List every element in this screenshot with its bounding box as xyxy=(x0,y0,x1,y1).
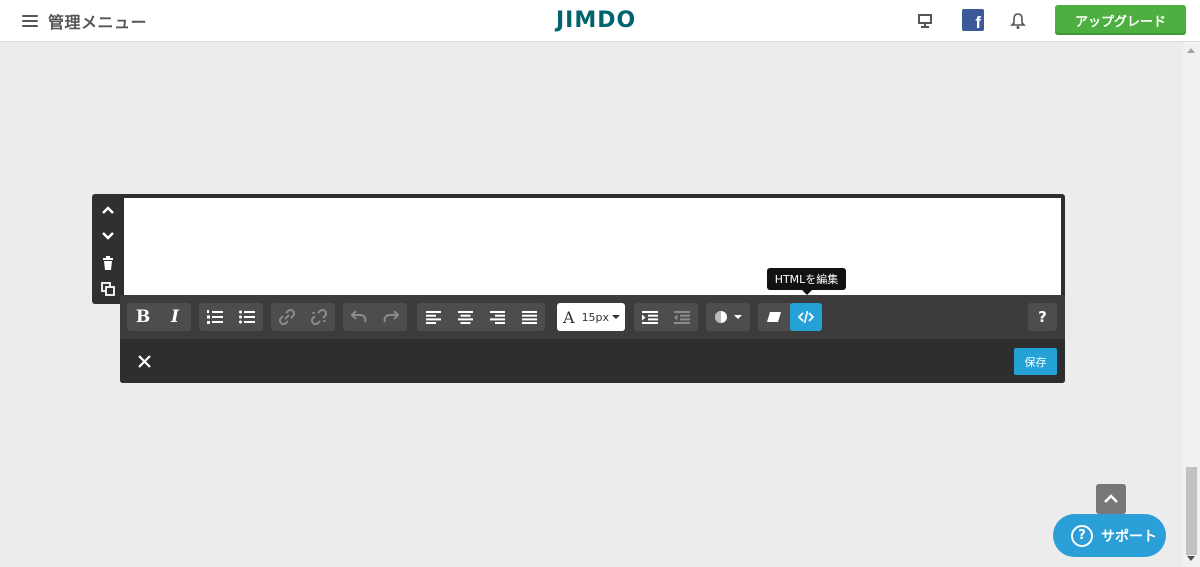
format-group: B I xyxy=(127,303,191,331)
chevron-down-icon xyxy=(612,315,621,319)
link-group xyxy=(271,303,335,331)
color-picker-button[interactable] xyxy=(706,303,750,331)
scroll-up-arrow[interactable] xyxy=(1187,48,1195,53)
facebook-letter: f xyxy=(962,9,984,31)
move-down-button[interactable] xyxy=(96,225,120,247)
close-editor-button[interactable] xyxy=(134,351,154,371)
link-button[interactable] xyxy=(271,303,303,331)
color-icon xyxy=(715,311,727,323)
unordered-list-button[interactable] xyxy=(231,303,263,331)
font-size-icon: A xyxy=(563,307,575,327)
ordered-list-icon xyxy=(207,310,223,324)
support-label: サポート xyxy=(1101,528,1157,545)
support-button[interactable]: ? サポート xyxy=(1053,514,1166,557)
copy-icon xyxy=(101,282,115,296)
edit-html-tooltip: HTMLを編集 xyxy=(767,268,846,295)
alignment-group xyxy=(417,303,545,331)
indent-icon xyxy=(642,310,658,324)
top-header: 管理メニュー JIMDO f アップグレード xyxy=(0,0,1200,42)
eraser-icon xyxy=(767,312,781,322)
list-group xyxy=(199,303,263,331)
editor-toolbar: B I A 15px ? xyxy=(120,295,1065,339)
admin-menu-label: 管理メニュー xyxy=(48,13,148,32)
align-right-button[interactable] xyxy=(481,303,513,331)
scroll-top-icon xyxy=(1104,494,1118,503)
redo-icon xyxy=(383,310,399,323)
close-icon xyxy=(137,354,151,368)
outdent-icon xyxy=(674,310,690,324)
editor-text-area[interactable] xyxy=(124,198,1061,295)
scroll-top-button[interactable] xyxy=(1096,484,1126,514)
italic-label: I xyxy=(171,307,179,327)
trash-icon xyxy=(103,256,113,270)
edit-html-button[interactable] xyxy=(790,303,822,331)
bell-icon[interactable] xyxy=(1006,9,1030,33)
code-icon xyxy=(798,310,814,324)
clear-format-button[interactable] xyxy=(758,303,790,331)
bold-label: B xyxy=(135,307,151,327)
unlink-button[interactable] xyxy=(303,303,335,331)
undo-icon xyxy=(351,310,367,323)
indent-button[interactable] xyxy=(634,303,666,331)
unlink-icon xyxy=(311,309,327,325)
desktop-preview-icon[interactable] xyxy=(913,9,937,33)
help-circle-icon: ? xyxy=(1071,524,1093,547)
jimdo-logo[interactable]: JIMDO xyxy=(556,8,636,33)
help-button[interactable]: ? xyxy=(1028,303,1057,331)
editor-footer: 保存 xyxy=(120,339,1065,383)
save-button[interactable]: 保存 xyxy=(1014,348,1057,375)
align-left-icon xyxy=(425,310,441,324)
align-justify-button[interactable] xyxy=(513,303,545,331)
help-label: ? xyxy=(1038,308,1047,326)
move-up-button[interactable] xyxy=(96,199,120,221)
italic-button[interactable]: I xyxy=(159,303,191,331)
misc-group xyxy=(758,303,822,331)
align-left-button[interactable] xyxy=(417,303,449,331)
bold-button[interactable]: B xyxy=(127,303,159,331)
scroll-down-arrow[interactable] xyxy=(1187,556,1195,561)
outdent-button[interactable] xyxy=(666,303,698,331)
facebook-icon[interactable]: f xyxy=(961,8,985,32)
hamburger-icon xyxy=(22,15,38,27)
align-center-icon xyxy=(457,310,473,324)
link-icon xyxy=(279,309,295,325)
align-center-button[interactable] xyxy=(449,303,481,331)
font-size-value: 15px xyxy=(581,310,610,324)
duplicate-button[interactable] xyxy=(96,278,120,300)
chevron-up-icon xyxy=(102,206,114,214)
module-side-tools xyxy=(92,194,123,304)
upgrade-button[interactable]: アップグレード xyxy=(1055,5,1186,35)
indent-group xyxy=(634,303,698,331)
history-group xyxy=(343,303,407,331)
font-size-select[interactable]: A 15px xyxy=(557,303,625,331)
chevron-down-icon xyxy=(102,232,114,240)
ordered-list-button[interactable] xyxy=(199,303,231,331)
page-scrollbar[interactable] xyxy=(1183,42,1200,567)
redo-button[interactable] xyxy=(375,303,407,331)
delete-button[interactable] xyxy=(96,252,120,274)
admin-menu-button[interactable]: 管理メニュー xyxy=(22,9,147,33)
align-right-icon xyxy=(489,310,505,324)
text-editor: B I A 15px ? 保存 xyxy=(120,194,1065,383)
scroll-thumb[interactable] xyxy=(1186,467,1197,555)
align-justify-icon xyxy=(521,310,537,324)
chevron-down-icon xyxy=(734,315,742,319)
unordered-list-icon xyxy=(239,310,255,324)
undo-button[interactable] xyxy=(343,303,375,331)
